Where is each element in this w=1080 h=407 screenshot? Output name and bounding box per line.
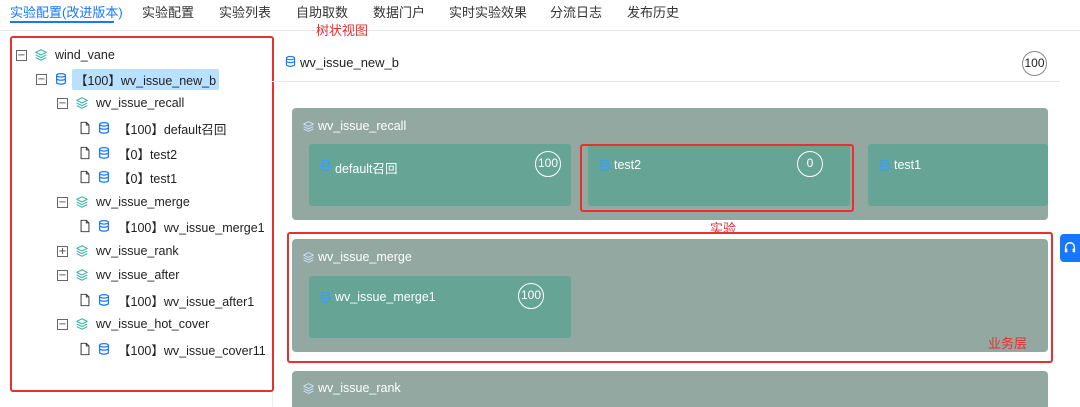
- tab-experiment-config-improved[interactable]: 实验配置(改进版本): [10, 2, 123, 21]
- layer-card[interactable]: wv_issue_rank: [292, 371, 1048, 407]
- bucket-header: wv_issue_new_b 100: [272, 42, 1060, 82]
- tab-release-history[interactable]: 发布历史: [627, 2, 679, 21]
- bucket-icon: [284, 55, 297, 73]
- tab-experiment-config[interactable]: 实验配置: [142, 2, 194, 21]
- annotation-box-business-layer: [287, 232, 1053, 363]
- bucket-icon: [319, 159, 332, 177]
- tab-realtime-effect[interactable]: 实时实验效果: [449, 2, 527, 21]
- tabs-divider: [0, 30, 1080, 31]
- experiment-title: default召回: [335, 162, 398, 176]
- layers-icon: [302, 382, 315, 400]
- tab-experiment-list[interactable]: 实验列表: [219, 2, 271, 21]
- tab-self-service-data[interactable]: 自助取数: [296, 2, 348, 21]
- annotation-box-experiment: [580, 144, 854, 212]
- layer-title: wv_issue_recall: [318, 119, 407, 133]
- bucket-title: wv_issue_new_b: [300, 55, 400, 70]
- top-tabs: 实验配置(改进版本) 实验配置 实验列表 自助取数 数据门户 实时实验效果 分流…: [0, 0, 1080, 24]
- bucket-icon: [878, 159, 891, 177]
- tab-data-portal[interactable]: 数据门户: [373, 2, 425, 21]
- experiment-card[interactable]: test1: [868, 144, 1048, 206]
- experiment-card[interactable]: default召回 100: [309, 144, 571, 206]
- headset-icon: [1064, 242, 1076, 253]
- layer-title: wv_issue_rank: [318, 381, 401, 395]
- experiment-title: test1: [894, 158, 922, 172]
- annotation-tree-view: 树状视图: [316, 23, 369, 38]
- annotation-business-layer: 业务层: [988, 336, 1028, 351]
- active-tab-indicator: [10, 21, 114, 23]
- annotation-box-tree: [10, 36, 274, 392]
- tab-traffic-log[interactable]: 分流日志: [550, 2, 602, 21]
- layers-icon: [302, 120, 315, 138]
- customer-service-button[interactable]: [1060, 234, 1080, 262]
- traffic-badge: 100: [535, 151, 561, 177]
- traffic-badge: 100: [1022, 51, 1047, 76]
